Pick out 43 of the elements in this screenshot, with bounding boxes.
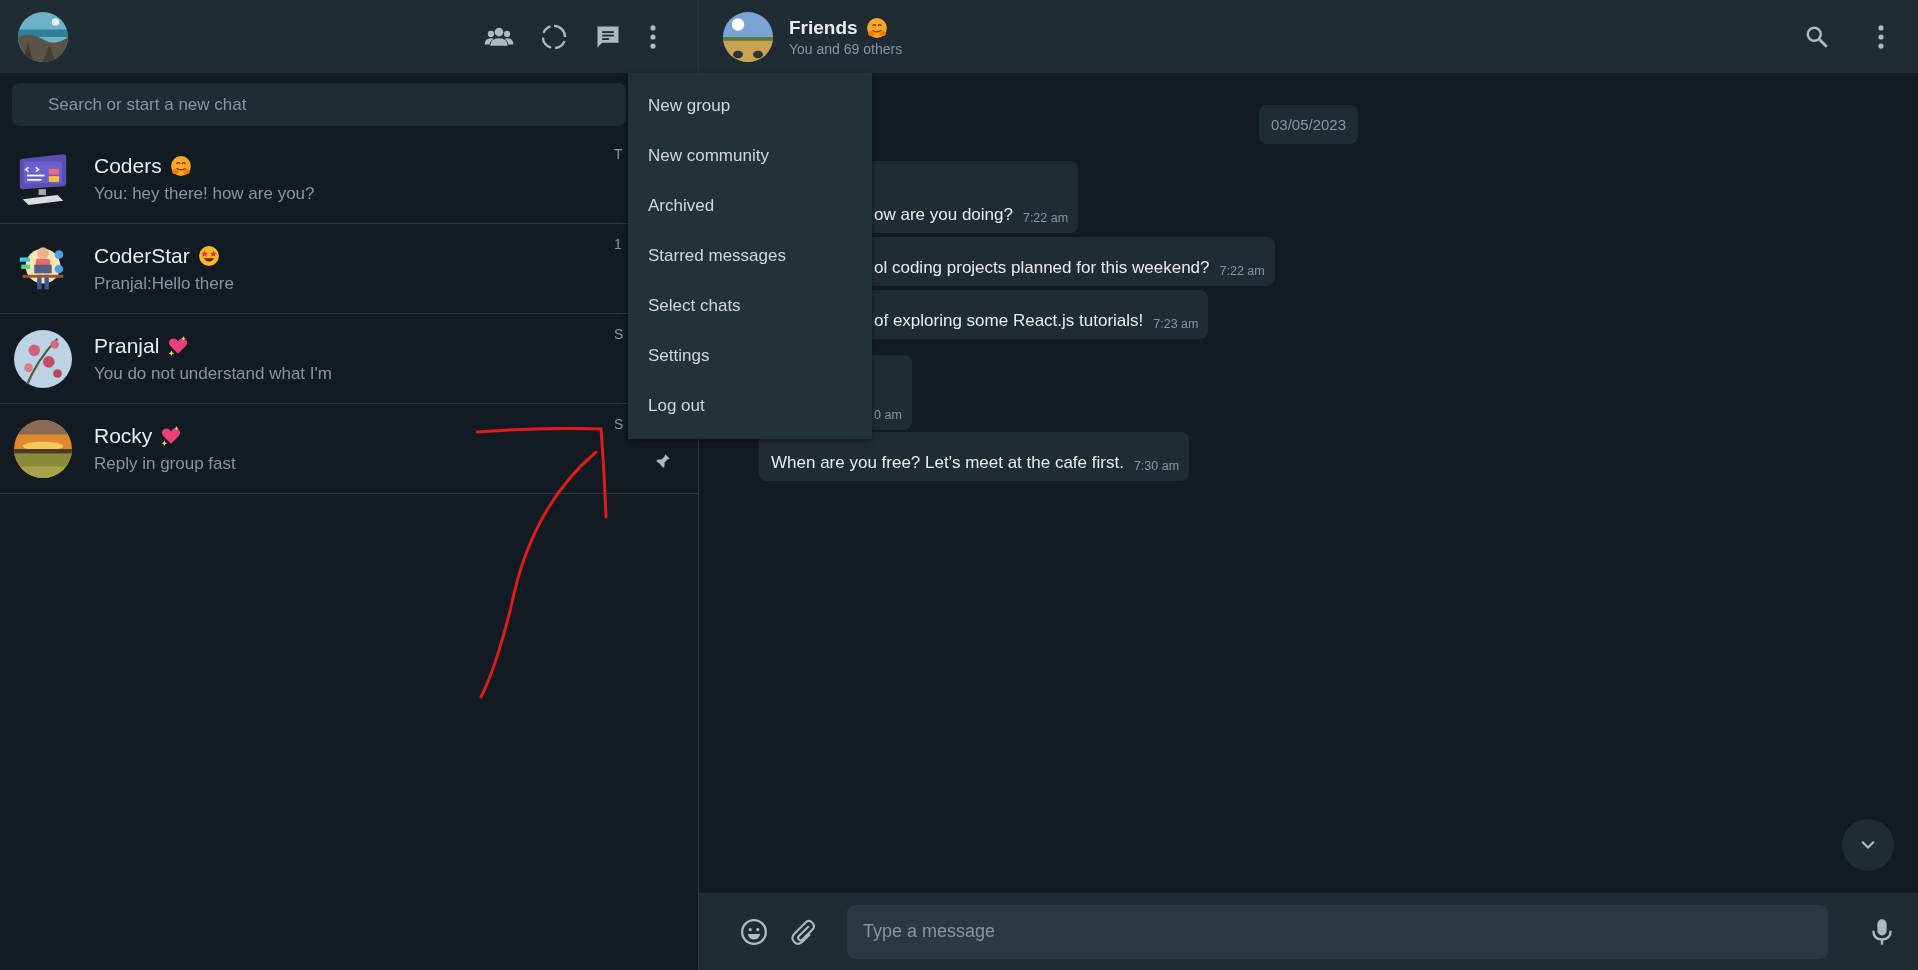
emoji-icon[interactable] xyxy=(739,916,769,947)
search-field[interactable]: Search or start a new chat xyxy=(12,83,626,126)
chat-name: CoderStar xyxy=(94,243,190,268)
menu-item[interactable]: New group xyxy=(628,81,872,131)
message-time: 7:30 am xyxy=(1133,459,1180,473)
message-field[interactable]: Type a message xyxy=(847,904,1828,959)
date-label: 03/05/2023 xyxy=(1258,105,1359,144)
menu-icon[interactable] xyxy=(648,23,658,50)
message-time: 7:22 am xyxy=(1022,211,1069,225)
message-text: When are you free? Let's meet at the cafe first. xyxy=(771,453,1124,473)
message-text: ow are you doing? xyxy=(874,205,1013,225)
menu-item[interactable]: Log out xyxy=(628,381,872,431)
message-time: 7:22 am xyxy=(1219,264,1265,278)
sparkling-heart-icon xyxy=(167,334,190,357)
message-text: ol coding projects planned for this weekend? xyxy=(874,258,1210,278)
menu-item[interactable]: Archived xyxy=(628,181,872,231)
smiley-icon xyxy=(865,16,888,39)
message-time: 0 am xyxy=(874,408,902,422)
message-preview: You: hey there! how are you? xyxy=(94,183,316,204)
group-members: You and 69 others xyxy=(789,40,904,57)
menu-icon[interactable] xyxy=(1876,23,1886,50)
group-name: Friends xyxy=(789,16,858,39)
chat-time: T xyxy=(614,146,623,162)
message-preview: Pranjal:Hello there xyxy=(94,273,235,294)
menu-item[interactable]: Starred messages xyxy=(628,231,872,281)
sparkling-heart-icon xyxy=(160,424,183,447)
chat-name: Pranjal xyxy=(94,333,160,358)
menu-item[interactable]: Select chats xyxy=(628,281,872,331)
message-preview: You do not understand what I'm xyxy=(94,363,333,384)
smiley-icon xyxy=(169,154,192,177)
message-time: 7:23 am xyxy=(1153,317,1199,331)
chat-time: 1 xyxy=(614,236,622,252)
chat-time: S xyxy=(614,326,624,342)
star-eyed-smiley-icon xyxy=(197,244,220,267)
message-text: of exploring some React.js tutorials! xyxy=(874,311,1144,331)
chat-name: Coders xyxy=(94,153,162,178)
attach-icon[interactable] xyxy=(789,917,817,946)
chat-name: Rocky xyxy=(94,423,153,448)
menu-item[interactable]: Settings xyxy=(628,331,872,381)
chat-time: S xyxy=(614,416,624,432)
menu-item[interactable]: New community xyxy=(628,131,872,181)
status-icon[interactable] xyxy=(540,22,568,51)
message-preview: Reply in group fast xyxy=(94,453,237,474)
